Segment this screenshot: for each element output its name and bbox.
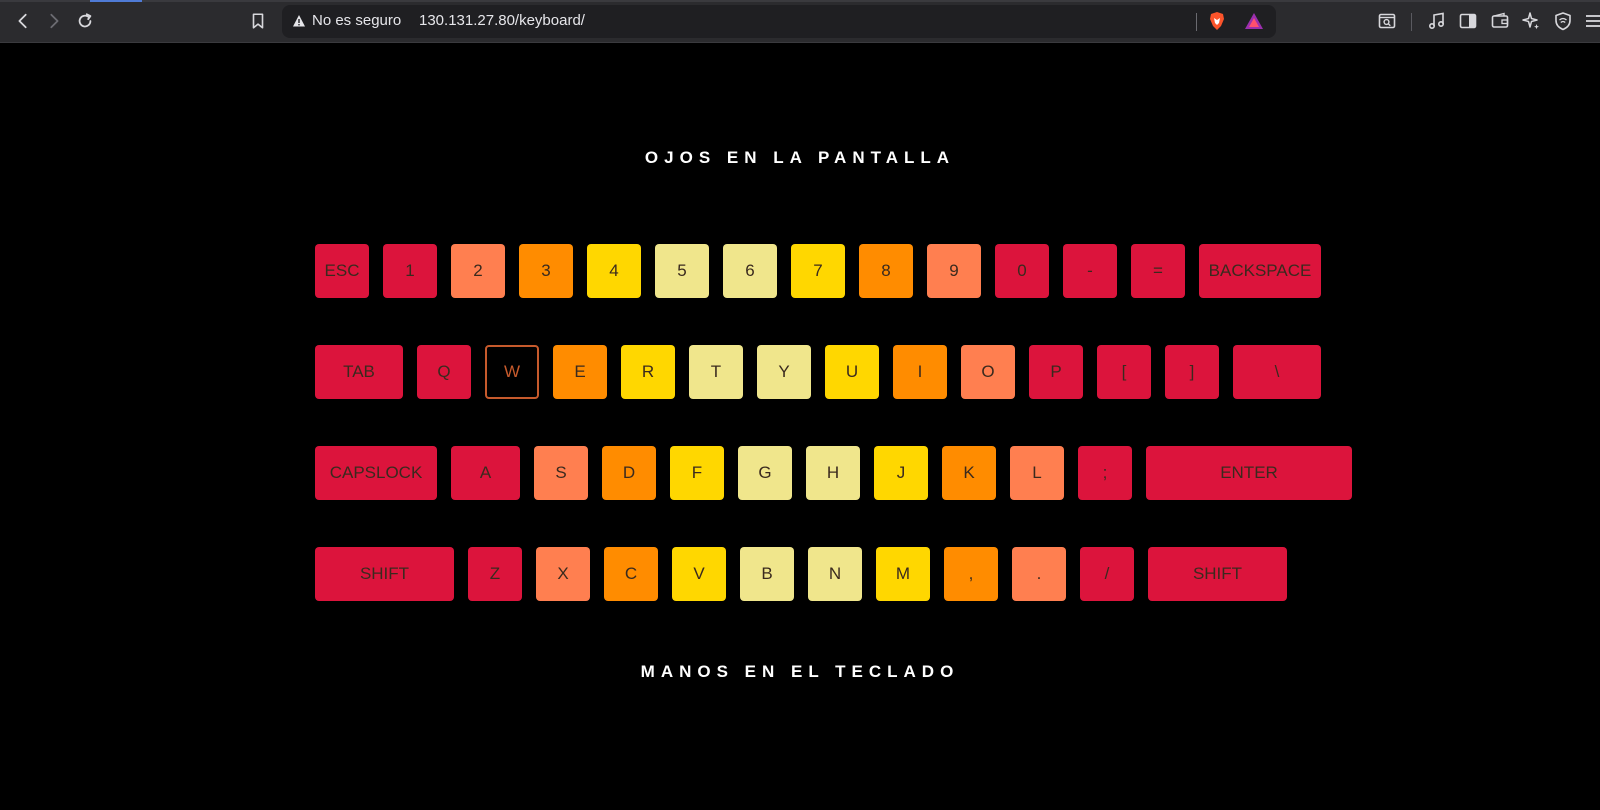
key-f[interactable]: F [670,446,724,500]
key-1[interactable]: 1 [383,244,437,298]
reload-icon [78,13,92,28]
security-warning-label[interactable]: No es seguro [312,12,401,29]
key-k[interactable]: K [942,446,996,500]
key-n[interactable]: N [808,547,862,601]
key-d[interactable]: D [602,446,656,500]
wallet-icon [1491,12,1509,28]
key-v[interactable]: V [672,547,726,601]
key-equals[interactable]: = [1131,244,1185,298]
key-o[interactable]: O [961,345,1015,399]
menu-button[interactable] [1584,11,1600,31]
key-9[interactable]: 9 [927,244,981,298]
bookmark-button[interactable] [245,8,271,34]
brave-rewards-icon[interactable] [1244,12,1264,30]
key-esc[interactable]: ESC [315,244,369,298]
key-capslock[interactable]: CAPSLOCK [315,446,437,500]
key-semicolon[interactable]: ; [1078,446,1132,500]
key-0[interactable]: 0 [995,244,1049,298]
browser-toolbar: No es seguro 130.131.27.80/keyboard/ [0,0,1600,43]
key-tab[interactable]: TAB [315,345,403,399]
sidebar-icon [1459,13,1477,29]
key-g[interactable]: G [738,446,792,500]
key-i[interactable]: I [893,345,947,399]
heading-eyes-on-screen: OJOS EN LA PANTALLA [644,148,956,167]
shield-icon [1555,12,1571,31]
key-a[interactable]: A [451,446,520,500]
active-tab-indicator[interactable] [90,0,142,2]
sidebar-toggle-button[interactable] [1458,11,1478,31]
key-b[interactable]: B [740,547,794,601]
key-w[interactable]: W [485,345,539,399]
key-minus[interactable]: - [1063,244,1117,298]
key-z[interactable]: Z [468,547,522,601]
wallet-button[interactable] [1490,11,1510,31]
key-8[interactable]: 8 [859,244,913,298]
key-p[interactable]: P [1029,345,1083,399]
key-right-bracket[interactable]: ] [1165,345,1219,399]
key-period[interactable]: . [1012,547,1066,601]
key-comma[interactable]: , [944,547,998,601]
key-u[interactable]: U [825,345,879,399]
page-content: OJOS EN LA PANTALLA ESC 1 2 3 4 5 6 7 8 9 0- = BACKS… [0,44,1600,810]
key-s[interactable]: S [534,446,588,500]
search-page-icon [1378,13,1396,29]
key-3[interactable]: 3 [519,244,573,298]
heading-hands-on-keyboard: MANOS EN EL TECLADO [640,662,960,681]
toolbar-divider [1411,13,1412,31]
media-button[interactable] [1427,11,1447,31]
key-left-bracket[interactable]: [ [1097,345,1151,399]
key-enter[interactable]: ENTER [1146,446,1352,500]
key-y[interactable]: Y [757,345,811,399]
url-text[interactable]: 130.131.27.80/keyboard/ [419,12,585,29]
key-j[interactable]: J [874,446,928,500]
address-divider [1196,13,1197,31]
brave-shields-icon[interactable] [1207,11,1227,31]
key-x[interactable]: X [536,547,590,601]
leo-ai-button[interactable] [1521,11,1541,31]
forward-button[interactable] [41,8,67,34]
key-m[interactable]: M [876,547,930,601]
key-shift-left[interactable]: SHIFT [315,547,454,601]
chevron-left-icon [18,13,27,29]
key-6[interactable]: 6 [723,244,777,298]
key-t[interactable]: T [689,345,743,399]
sparkle-icon [1522,12,1539,30]
tab-strip [0,0,1600,2]
key-shift-right[interactable]: SHIFT [1148,547,1287,601]
vpn-button[interactable] [1553,11,1573,31]
key-5[interactable]: 5 [655,244,709,298]
chevron-right-icon [50,13,59,29]
key-7[interactable]: 7 [791,244,845,298]
key-h[interactable]: H [806,446,860,500]
key-e[interactable]: E [553,345,607,399]
key-2[interactable]: 2 [451,244,505,298]
back-button[interactable] [10,8,36,34]
bookmark-icon [252,13,264,29]
hamburger-menu-icon [1586,15,1600,27]
music-note-icon [1428,12,1445,30]
leo-screenshot-button[interactable] [1377,11,1397,31]
reload-button[interactable] [72,8,98,34]
key-backspace[interactable]: BACKSPACE [1199,244,1321,298]
key-q[interactable]: Q [417,345,471,399]
key-l[interactable]: L [1010,446,1064,500]
key-backslash[interactable]: \ [1233,345,1321,399]
key-4[interactable]: 4 [587,244,641,298]
key-c[interactable]: C [604,547,658,601]
warning-icon [293,15,305,27]
key-slash[interactable]: / [1080,547,1134,601]
address-bar[interactable]: No es seguro 130.131.27.80/keyboard/ [282,5,1276,38]
key-r[interactable]: R [621,345,675,399]
